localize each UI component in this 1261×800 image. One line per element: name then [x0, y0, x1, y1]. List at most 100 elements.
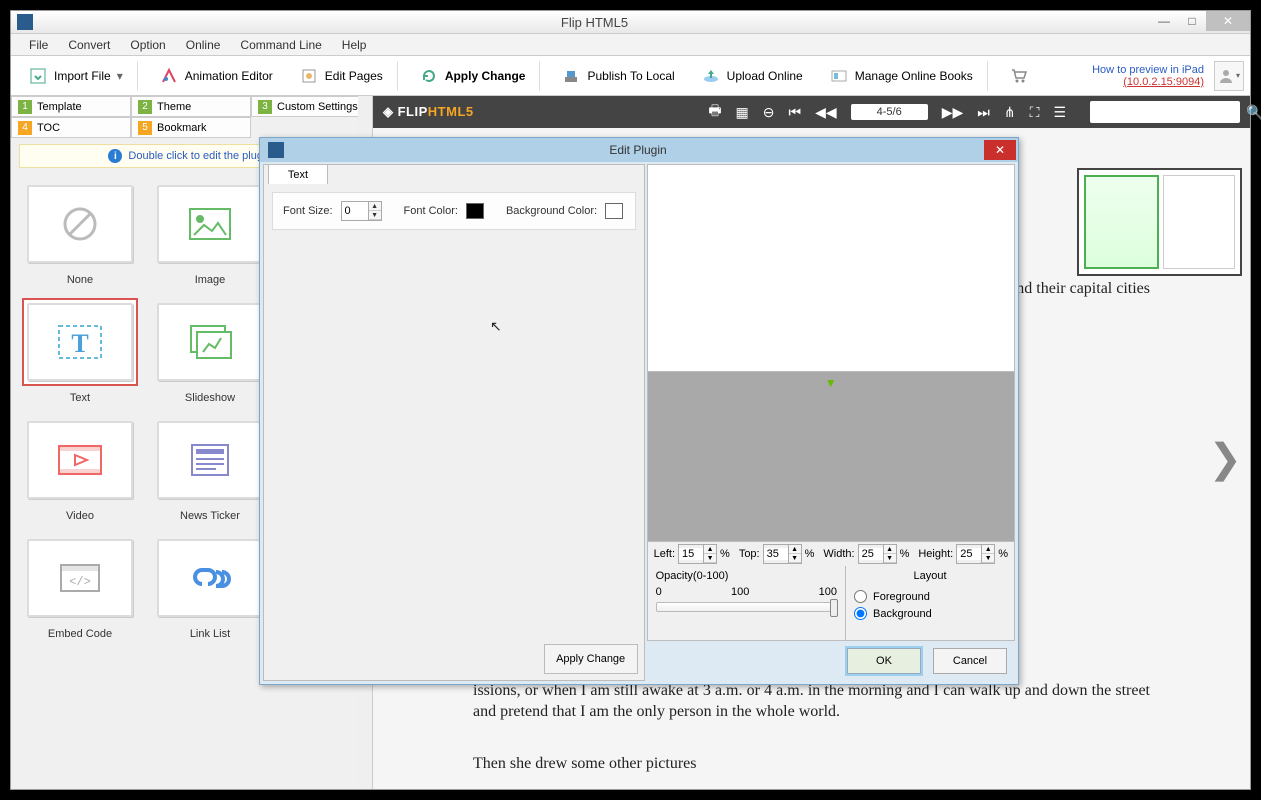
apply-change-button[interactable]: Apply Change [408, 61, 541, 91]
apply-change-dialog-button[interactable]: Apply Change [544, 644, 638, 674]
tab-theme[interactable]: 2Theme [131, 96, 251, 117]
tab-toc[interactable]: 4TOC [11, 117, 131, 138]
preview-lower[interactable]: ▼ [647, 372, 1015, 542]
menu-commandline[interactable]: Command Line [230, 36, 331, 54]
text-tab[interactable]: Text [268, 164, 328, 184]
plugin-none[interactable]: None [15, 180, 145, 286]
preview-link[interactable]: How to preview in iPad (10.0.2.15:9094) [1092, 64, 1204, 88]
dropdown-arrow-icon: ▾ [1236, 71, 1240, 80]
last-page-icon[interactable]: ⏭ [977, 104, 990, 121]
svg-text:</>: </> [69, 575, 91, 589]
first-page-icon[interactable]: ⏮ [789, 104, 802, 121]
thumbnail-active[interactable] [1084, 175, 1159, 269]
video-icon [55, 440, 105, 480]
top-spinner[interactable]: ▲▼ [763, 544, 802, 564]
embed-icon: </> [57, 561, 103, 595]
text-properties: Font Size: ▲▼ Font Color: Background Col… [272, 192, 636, 230]
opacity-slider-thumb[interactable] [830, 599, 838, 617]
maximize-button[interactable]: □ [1178, 11, 1206, 31]
cancel-button[interactable]: Cancel [933, 648, 1007, 674]
search-input[interactable] [1090, 106, 1240, 118]
tab-custom-settings[interactable]: 3Custom Settings [251, 96, 371, 117]
toolbar: Import File ▾ Animation Editor Edit Page… [11, 56, 1250, 96]
animation-editor-button[interactable]: Animation Editor [148, 61, 284, 91]
spin-up[interactable]: ▲ [369, 202, 381, 211]
tab-template[interactable]: 1Template [11, 96, 131, 117]
publish-local-button[interactable]: Publish To Local [550, 61, 685, 91]
left-label: Left: [654, 548, 675, 560]
fullscreen-icon[interactable]: ⛶ [1030, 104, 1040, 121]
tab-bookmark[interactable]: 5Bookmark [131, 117, 251, 138]
menu-online[interactable]: Online [176, 36, 231, 54]
height-spinner[interactable]: ▲▼ [956, 544, 995, 564]
opacity-slider[interactable] [656, 602, 837, 612]
text-icon: T [55, 322, 105, 362]
foreground-radio[interactable] [854, 590, 867, 603]
plugin-news-ticker[interactable]: News Ticker [145, 416, 275, 522]
layout-box: Layout Foreground Background [846, 566, 1014, 640]
plugin-text[interactable]: T Text [15, 298, 145, 404]
search-icon[interactable]: 🔍 [1240, 104, 1261, 121]
thumbnail[interactable] [1163, 175, 1236, 269]
cart-button[interactable] [998, 61, 1046, 91]
menu-option[interactable]: Option [120, 36, 175, 54]
next-arrow-icon[interactable]: ❯ [1208, 436, 1242, 482]
plugin-link-list[interactable]: Link List [145, 534, 275, 640]
import-icon [28, 66, 48, 86]
bg-color-label: Background Color: [506, 205, 597, 217]
close-button[interactable]: ✕ [1206, 11, 1250, 31]
preview-link-text[interactable]: How to preview in iPad [1092, 64, 1204, 76]
ok-button[interactable]: OK [847, 648, 921, 674]
plugin-video[interactable]: Video [15, 416, 145, 522]
plugin-image[interactable]: Image [145, 180, 275, 286]
app-icon [17, 14, 33, 30]
upload-icon [701, 66, 721, 86]
left-input[interactable] [679, 548, 703, 560]
dialog-buttons: OK Cancel [647, 641, 1015, 681]
prev-page-icon[interactable]: ◀◀ [815, 104, 837, 121]
user-menu-button[interactable]: ▾ [1214, 61, 1244, 91]
menu-file[interactable]: File [19, 36, 58, 54]
menu-convert[interactable]: Convert [58, 36, 120, 54]
plugin-slideshow[interactable]: Slideshow [145, 298, 275, 404]
app-title: Flip HTML5 [39, 15, 1150, 30]
dialog-titlebar: Edit Plugin ✕ [260, 138, 1018, 162]
plugin-embed-code[interactable]: </> Embed Code [15, 534, 145, 640]
left-spinner[interactable]: ▲▼ [678, 544, 717, 564]
top-input[interactable] [764, 548, 788, 560]
options-row: Opacity(0-100) 0 100 100 Layout Foregrou… [647, 566, 1015, 641]
height-input[interactable] [957, 548, 981, 560]
import-file-button[interactable]: Import File ▾ [17, 61, 138, 91]
bg-color-swatch[interactable] [605, 203, 623, 219]
resize-handle-icon[interactable]: ▼ [825, 376, 837, 390]
thumbnail-panel[interactable] [1077, 168, 1242, 276]
menu-icon[interactable]: ☰ [1053, 104, 1066, 121]
manage-books-button[interactable]: Manage Online Books [818, 61, 988, 91]
width-input[interactable] [859, 548, 883, 560]
next-page-icon[interactable]: ▶▶ [942, 104, 964, 121]
width-spinner[interactable]: ▲▼ [858, 544, 897, 564]
font-color-swatch[interactable] [466, 203, 484, 219]
preview-link-ip[interactable]: (10.0.2.15:9094) [1123, 76, 1204, 88]
page-indicator[interactable]: 4-5/6 [851, 104, 928, 120]
thumbs-icon[interactable]: ▦ [736, 104, 749, 121]
position-row: Left: ▲▼ % Top: ▲▼ % Width: ▲▼ % Height:… [647, 542, 1015, 566]
font-color-label: Font Color: [404, 205, 458, 217]
spin-down[interactable]: ▼ [369, 211, 381, 220]
search-box[interactable]: 🔍 [1090, 101, 1240, 123]
print-icon[interactable]: 🖶 [708, 100, 721, 124]
share-icon[interactable]: ⋔ [1004, 104, 1016, 121]
dialog-close-button[interactable]: ✕ [984, 140, 1016, 160]
text-editor-area[interactable]: ↖ [264, 230, 644, 644]
edit-pages-button[interactable]: Edit Pages [288, 61, 398, 91]
upload-online-button[interactable]: Upload Online [690, 61, 814, 91]
background-radio[interactable] [854, 607, 867, 620]
edit-pages-icon [299, 66, 319, 86]
zoom-out-icon[interactable]: ⊖ [763, 104, 775, 121]
menu-help[interactable]: Help [332, 36, 377, 54]
font-size-input[interactable] [342, 205, 368, 217]
font-size-spinner[interactable]: ▲▼ [341, 201, 382, 221]
top-label: Top: [739, 548, 760, 560]
minimize-button[interactable]: — [1150, 11, 1178, 31]
user-icon [1218, 68, 1234, 84]
